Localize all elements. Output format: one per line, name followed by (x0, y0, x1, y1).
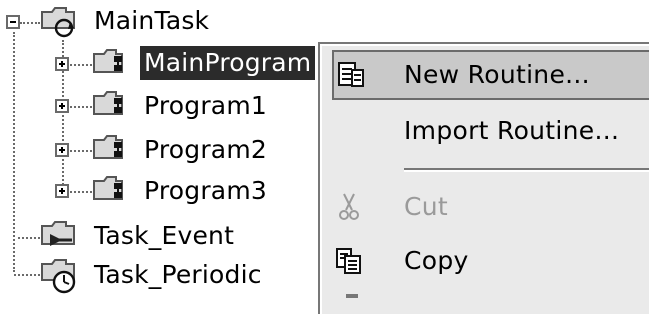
menu-item-label: Cut (404, 192, 449, 221)
task-folder-icon (40, 4, 80, 38)
program-folder-icon (92, 175, 132, 205)
tree-connector (20, 22, 40, 24)
tree-item-program2[interactable]: Program2 (140, 133, 271, 167)
expand-toggle[interactable] (55, 143, 69, 157)
program-folder-icon (92, 90, 132, 120)
tree-item-task-periodic[interactable]: Task_Periodic (90, 258, 266, 292)
tree-item-maintask[interactable]: MainTask (90, 4, 213, 38)
event-task-icon (40, 220, 80, 250)
expand-toggle[interactable] (55, 184, 69, 198)
tree-connector (70, 191, 92, 193)
copy-icon (334, 246, 364, 276)
tree-item-mainprogram[interactable]: MainProgram (140, 46, 316, 80)
menu-item-cut[interactable]: Cut (320, 182, 649, 232)
program-folder-icon (92, 134, 132, 164)
menu-item-new-routine[interactable]: New Routine... (332, 50, 649, 100)
tree-item-task-event[interactable]: Task_Event (90, 219, 238, 253)
tree-connector (70, 150, 92, 152)
tree-item-program1[interactable]: Program1 (140, 89, 271, 123)
project-tree: MainTask MainProgram Program1 Program2 P… (0, 0, 330, 296)
tree-item-program3[interactable]: Program3 (140, 174, 271, 208)
periodic-task-icon (40, 258, 80, 294)
expand-toggle[interactable] (55, 57, 69, 71)
menu-item-import-routine[interactable]: Import Routine... (320, 106, 649, 156)
tree-connector (13, 32, 15, 272)
menu-item-copy[interactable]: Copy (320, 236, 649, 286)
scissors-icon (334, 192, 364, 222)
new-routine-icon (336, 60, 366, 90)
tree-connector (70, 106, 92, 108)
program-folder-icon (92, 48, 132, 78)
expand-toggle[interactable] (55, 99, 69, 113)
partial-menu-icon (346, 294, 358, 298)
menu-item-label: New Routine... (404, 60, 590, 89)
menu-separator (404, 168, 649, 172)
collapse-toggle[interactable] (6, 15, 20, 29)
menu-item-label: Copy (404, 246, 469, 275)
tree-connector (70, 64, 92, 66)
context-menu: New Routine... Import Routine... Cut Cop… (318, 42, 649, 314)
menu-item-label: Import Routine... (404, 116, 620, 145)
